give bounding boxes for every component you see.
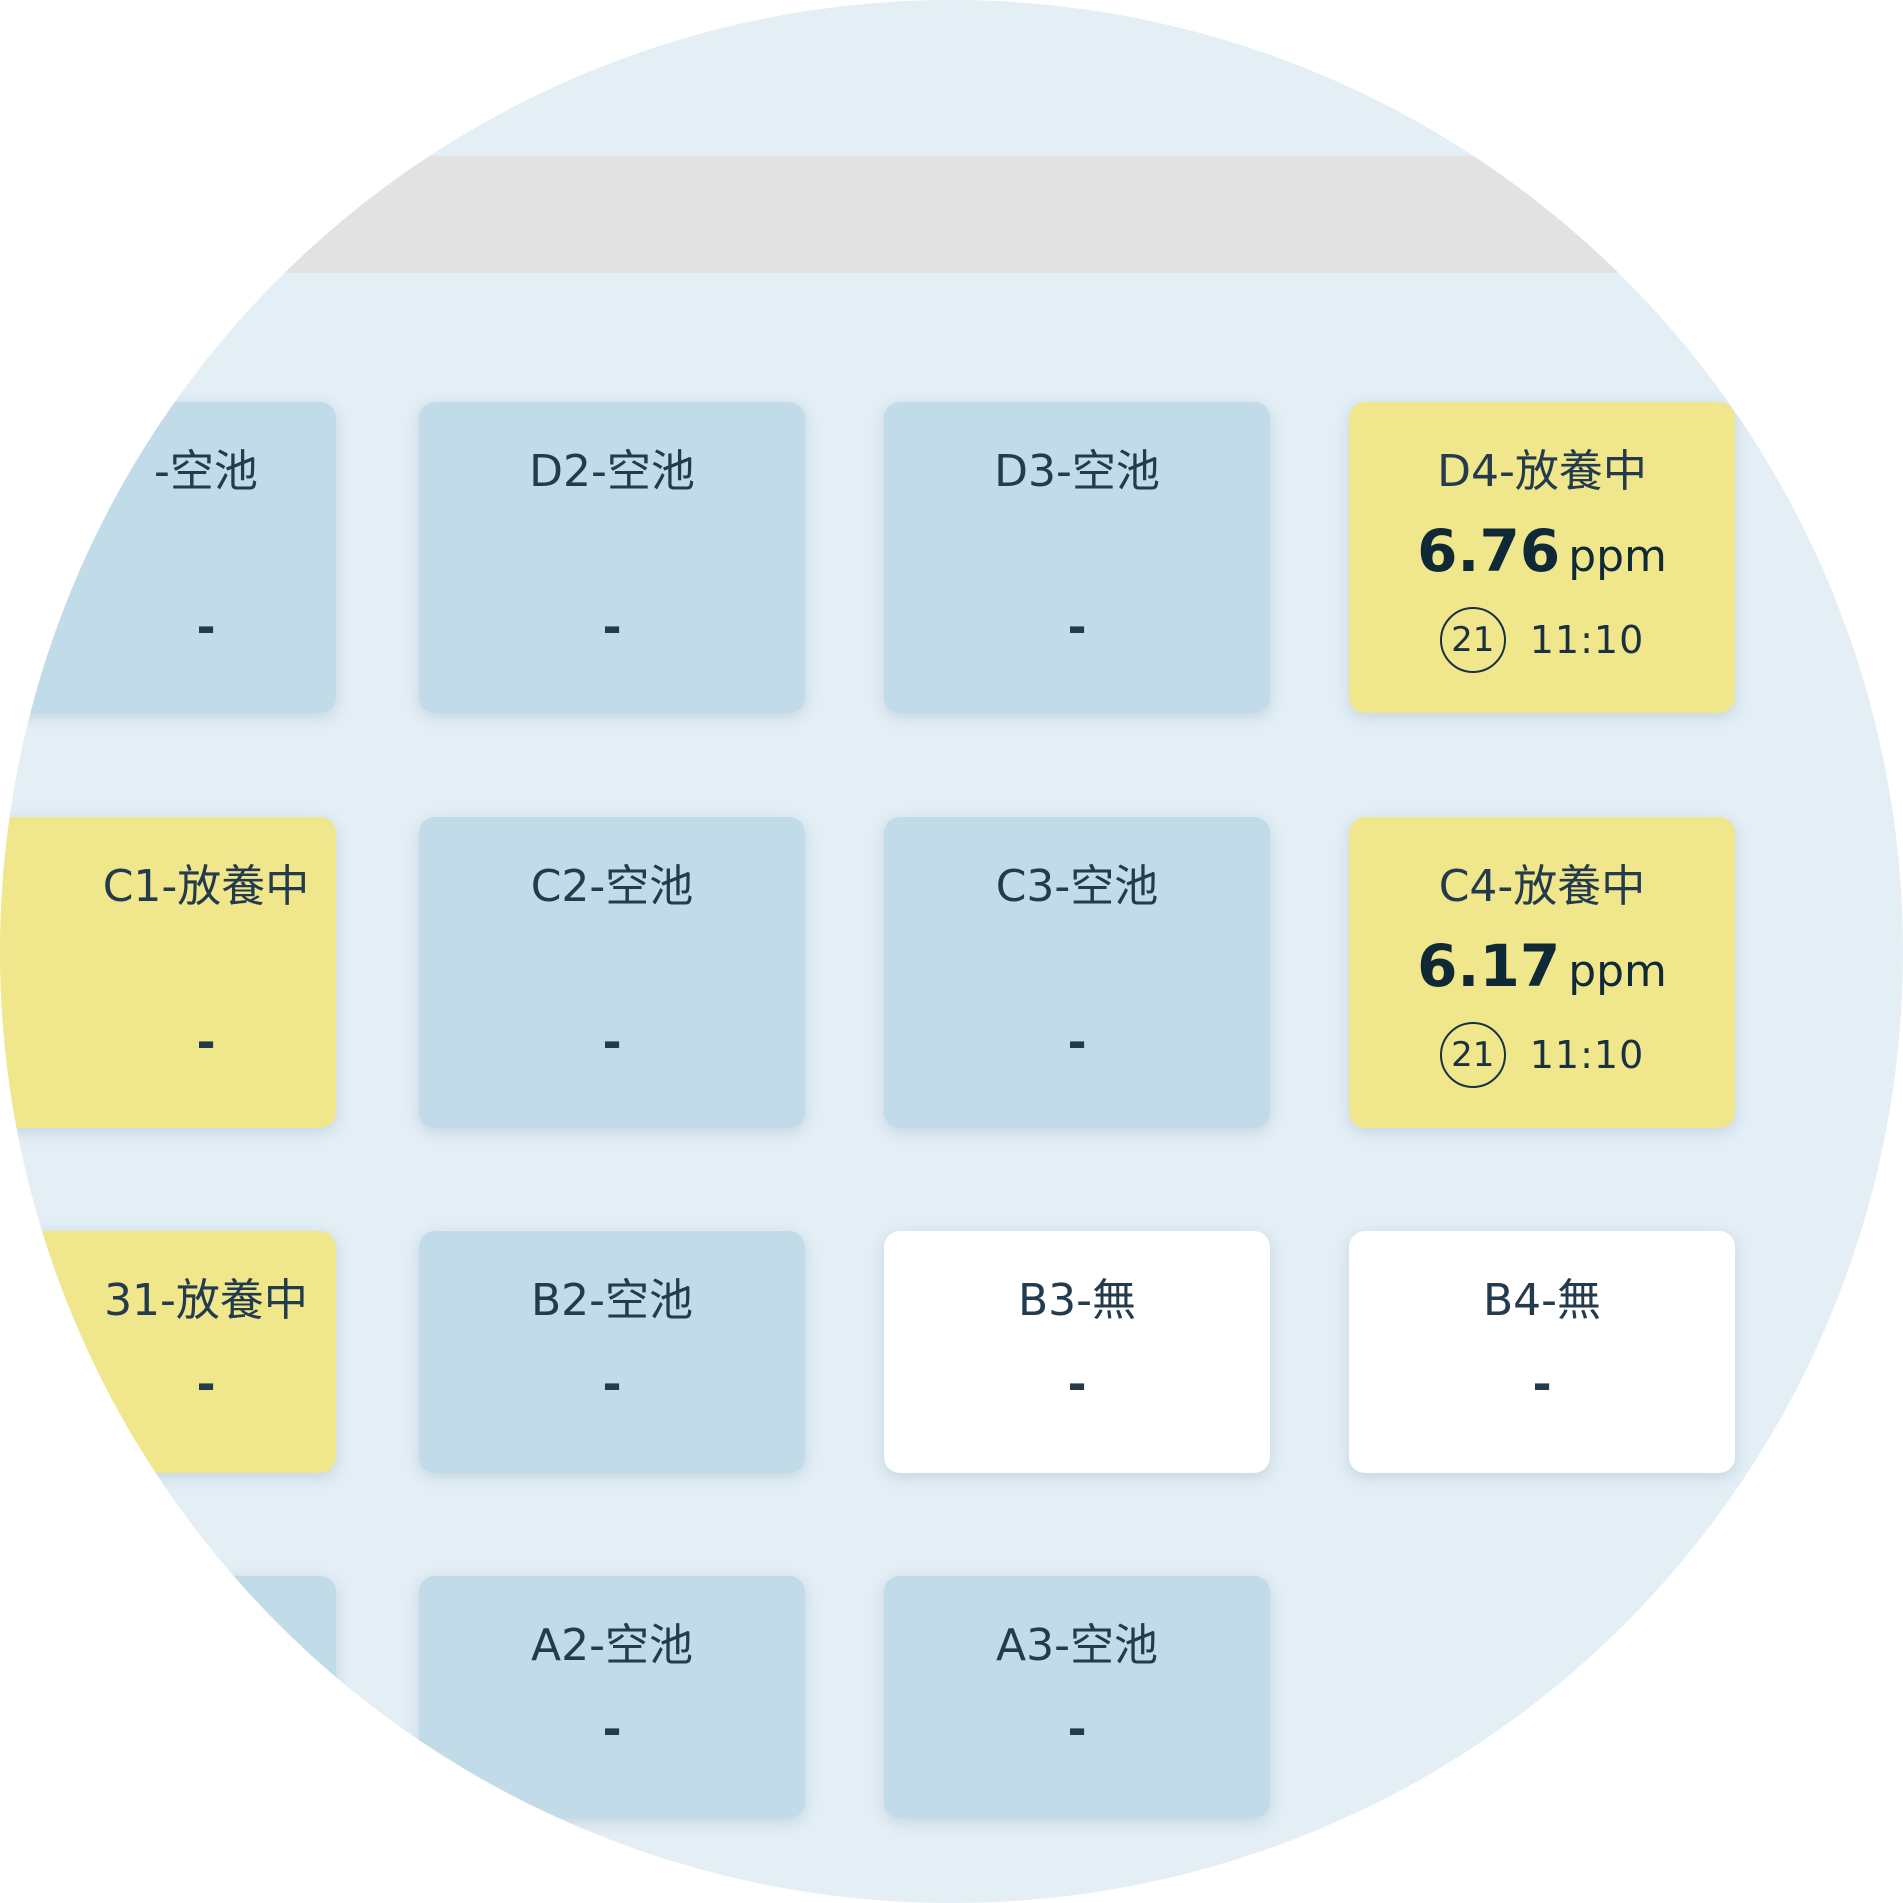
pond-tile-a2[interactable]: A2-空池 - [419,1576,805,1818]
pond-tile-d3[interactable]: D3-空池 - [884,402,1270,713]
pond-reading-placeholder: - [1067,600,1087,654]
pond-label: B2-空池 [530,1275,694,1326]
pond-label: D4-放養中 [1437,446,1647,497]
pond-label: C4-放養中 [1438,861,1646,912]
oxygen-reading: 6.17 ppm [1349,929,1735,1009]
header-bar [0,156,1903,273]
pond-reading-placeholder: - [602,600,622,654]
pond-tile-d4[interactable]: D4-放養中 6.76 ppm 21 11:10 [1349,402,1735,713]
pond-reading-placeholder: - [196,600,216,654]
pond-label: C2-空池 [530,861,694,912]
pond-reading-placeholder: - [1067,1015,1087,1069]
pond-reading-placeholder: - [602,1702,622,1756]
pond-label: C1-放養中 [102,861,310,912]
pond-reading-placeholder: - [1067,1702,1087,1756]
reading-time: 11:10 [1529,1033,1645,1077]
day-count-badge: 21 [1439,607,1506,673]
day-count-badge: 21 [1439,1022,1506,1088]
pond-label: D2-空池 [529,446,695,497]
pond-grid-viewport: -空池 - D2-空池 - D3-空池 - D4-放養中 6.76 ppm 21 … [0,0,1903,1903]
pond-label: 31-放養中 [104,1275,308,1326]
pond-reading-placeholder: - [196,1357,216,1411]
pond-reading-placeholder: - [1532,1357,1552,1411]
pond-tile-b3[interactable]: B3-無 - [884,1231,1270,1473]
pond-tile-c3[interactable]: C3-空池 - [884,817,1270,1128]
pond-tile-c2[interactable]: C2-空池 - [419,817,805,1128]
reading-unit: ppm [1568,531,1667,582]
pond-tile-c4[interactable]: C4-放養中 6.17 ppm 21 11:10 [1349,817,1735,1128]
pond-tile-a1[interactable] [0,1576,336,1818]
pond-tile-d1[interactable]: -空池 - [0,402,336,713]
pond-label: C3-空池 [995,861,1159,912]
pond-tile-b4[interactable]: B4-無 - [1349,1231,1735,1473]
reading-value: 6.76 [1417,517,1561,585]
pond-reading-placeholder: - [602,1015,622,1069]
pond-tile-c1[interactable]: C1-放養中 - [0,817,336,1128]
pond-tile-b1[interactable]: 31-放養中 - [0,1231,336,1473]
pond-tile-a3[interactable]: A3-空池 - [884,1576,1270,1818]
reading-value: 6.17 [1417,932,1561,1000]
pond-label: A3-空池 [996,1620,1158,1671]
pond-label: B3-無 [1017,1275,1137,1326]
reading-unit: ppm [1568,946,1667,997]
pond-label: -空池 [154,446,258,497]
reading-meta: 21 11:10 [1349,1022,1735,1088]
pond-tile-d2[interactable]: D2-空池 - [419,402,805,713]
reading-meta: 21 11:10 [1349,607,1735,673]
pond-reading-placeholder: - [196,1015,216,1069]
reading-time: 11:10 [1529,618,1645,662]
oxygen-reading: 6.76 ppm [1349,514,1735,594]
pond-tile-b2[interactable]: B2-空池 - [419,1231,805,1473]
pond-reading-placeholder: - [1067,1357,1087,1411]
pond-label: A2-空池 [531,1620,693,1671]
pond-reading-placeholder: - [602,1357,622,1411]
pond-label: D3-空池 [994,446,1160,497]
pond-label: B4-無 [1482,1275,1602,1326]
